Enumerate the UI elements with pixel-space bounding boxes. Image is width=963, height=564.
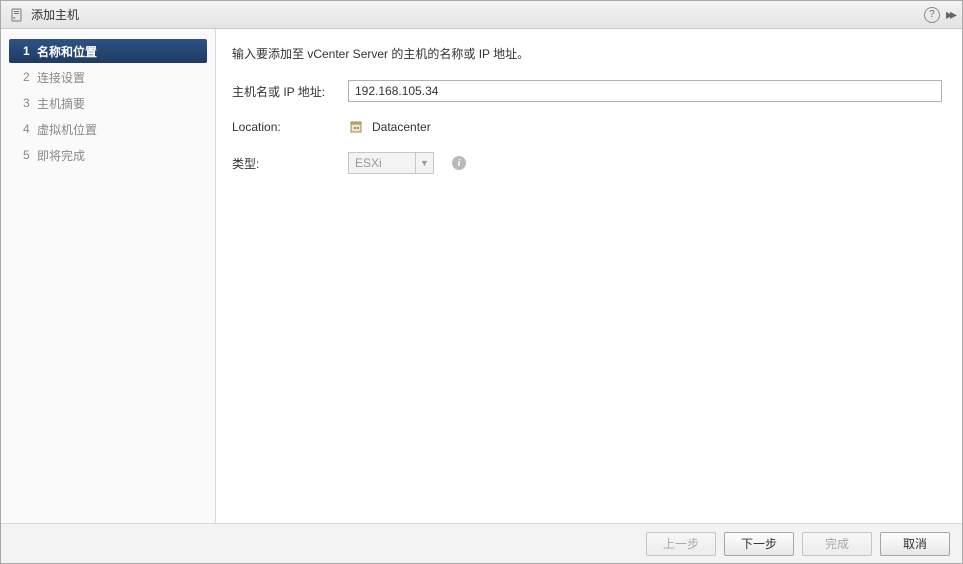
wizard-body: 1 名称和位置 2 连接设置 3 主机摘要 4 虚拟机位置 5 即将完成 输入要… [1,29,962,523]
host-icon [9,7,25,23]
help-icon[interactable]: ? [924,7,940,23]
step-number: 3 [23,96,37,110]
finish-button[interactable]: 完成 [802,532,872,556]
next-button[interactable]: 下一步 [724,532,794,556]
location-row: Location: Datacenter [232,116,942,138]
expand-icon[interactable]: ▸▸ [946,6,954,23]
hostname-label: 主机名或 IP 地址: [232,83,348,100]
step-ready-complete[interactable]: 5 即将完成 [9,143,207,167]
step-label: 虚拟机位置 [37,121,97,138]
step-number: 5 [23,148,37,162]
hostname-input[interactable] [348,80,942,102]
step-label: 连接设置 [37,69,85,86]
hostname-field-wrap [348,80,942,102]
info-icon[interactable]: i [452,156,466,170]
wizard-footer: 上一步 下一步 完成 取消 [1,523,962,563]
hostname-row: 主机名或 IP 地址: [232,80,942,102]
type-select: ESXi ▼ [348,152,434,174]
titlebar: 添加主机 ? ▸▸ [1,1,962,29]
step-number: 2 [23,70,37,84]
type-row: 类型: ESXi ▼ i [232,152,942,174]
back-button[interactable]: 上一步 [646,532,716,556]
add-host-wizard: 添加主机 ? ▸▸ 1 名称和位置 2 连接设置 3 主机摘要 4 虚拟机位置 [0,0,963,564]
instruction-text: 输入要添加至 vCenter Server 的主机的名称或 IP 地址。 [232,45,942,62]
step-label: 主机摘要 [37,95,85,112]
titlebar-right: ? ▸▸ [924,6,954,23]
location-field-wrap: Datacenter [348,119,942,135]
steps-sidebar: 1 名称和位置 2 连接设置 3 主机摘要 4 虚拟机位置 5 即将完成 [1,29,216,523]
type-label: 类型: [232,155,348,172]
titlebar-left: 添加主机 [9,6,924,23]
step-label: 名称和位置 [37,43,97,60]
step-vm-location[interactable]: 4 虚拟机位置 [9,117,207,141]
step-host-summary[interactable]: 3 主机摘要 [9,91,207,115]
step-number: 4 [23,122,37,136]
window-title: 添加主机 [31,6,79,23]
type-field-wrap: ESXi ▼ i [348,152,942,174]
datacenter-icon [348,119,364,135]
type-select-value: ESXi [349,156,415,170]
step-number: 1 [23,44,37,58]
chevron-down-icon: ▼ [415,153,433,173]
step-name-location[interactable]: 1 名称和位置 [9,39,207,63]
cancel-button[interactable]: 取消 [880,532,950,556]
location-label: Location: [232,120,348,134]
step-connection-settings[interactable]: 2 连接设置 [9,65,207,89]
step-label: 即将完成 [37,147,85,164]
location-value: Datacenter [372,120,431,134]
wizard-main: 输入要添加至 vCenter Server 的主机的名称或 IP 地址。 主机名… [216,29,962,523]
